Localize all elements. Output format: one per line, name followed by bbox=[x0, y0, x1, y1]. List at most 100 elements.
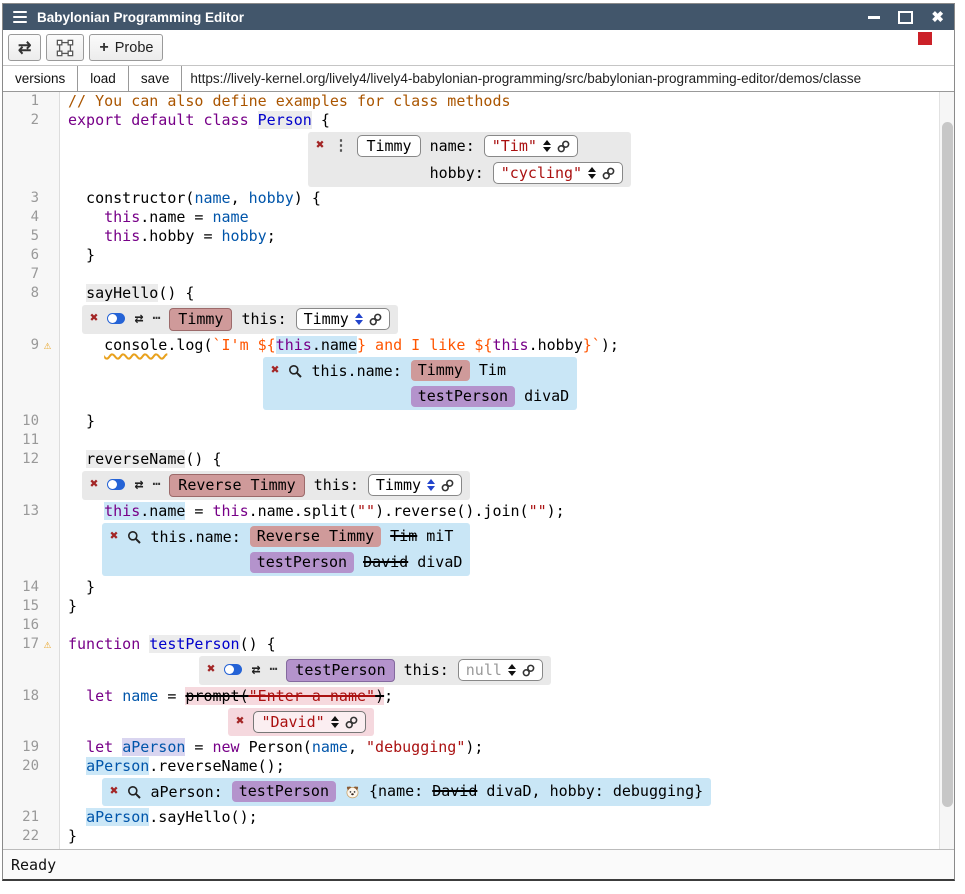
delete-icon[interactable]: ✖ bbox=[90, 308, 98, 329]
up-down-arrows-icon[interactable] bbox=[427, 479, 435, 491]
value-stepper[interactable]: "Tim" bbox=[484, 135, 578, 157]
code-token bbox=[68, 284, 86, 302]
scrollbar-track[interactable] bbox=[939, 92, 954, 849]
save-button[interactable]: save bbox=[129, 66, 183, 91]
more-options-icon[interactable]: ⋯ bbox=[152, 308, 160, 329]
value-stepper[interactable]: null bbox=[458, 659, 543, 681]
delete-icon[interactable]: ✖ bbox=[110, 781, 118, 802]
link-icon[interactable] bbox=[369, 309, 382, 330]
code-line[interactable]: console.log(`I'm ${this.name} and I like… bbox=[60, 336, 954, 355]
more-options-icon[interactable]: ⋯ bbox=[152, 474, 160, 495]
code-line[interactable]: constructor(name, hobby) { bbox=[60, 189, 954, 208]
value-stepper[interactable]: Timmy bbox=[368, 474, 462, 496]
delete-icon[interactable]: ✖ bbox=[90, 474, 98, 495]
link-icon[interactable] bbox=[557, 136, 570, 157]
code-line[interactable]: aPerson.reverseName(); bbox=[60, 757, 954, 776]
versions-button[interactable]: versions bbox=[3, 66, 78, 91]
drag-handle-icon[interactable]: ⋮ bbox=[333, 135, 348, 156]
code-line[interactable] bbox=[60, 265, 954, 284]
code-line[interactable]: this.name = this.name.split("").reverse(… bbox=[60, 502, 954, 521]
code-line[interactable] bbox=[60, 431, 954, 450]
code-line[interactable]: aPerson.sayHello(); bbox=[60, 808, 954, 827]
toggle-on-icon[interactable] bbox=[107, 313, 125, 324]
link-icon[interactable] bbox=[602, 163, 615, 184]
maximize-icon[interactable] bbox=[898, 11, 913, 24]
code-line[interactable]: let aPerson = new Person(name, "debuggin… bbox=[60, 738, 954, 757]
toggle-on-icon[interactable] bbox=[107, 479, 125, 490]
code-token: } bbox=[68, 412, 95, 430]
example-name-badge[interactable]: testPerson bbox=[286, 659, 394, 682]
code-token: this bbox=[104, 208, 140, 226]
code-line: ✖this.name:Reverse TimmyTim miTtestPerso… bbox=[60, 521, 954, 578]
toggle-on-icon[interactable] bbox=[224, 664, 242, 675]
delete-icon[interactable]: ✖ bbox=[207, 659, 215, 680]
code-line: ✖⇄⋯testPersonthis:null bbox=[60, 654, 954, 687]
example-name-field[interactable]: Timmy bbox=[357, 135, 420, 157]
title-bar: Babylonian Programming Editor ✖ bbox=[3, 4, 954, 30]
line-number: 1 bbox=[13, 92, 39, 111]
load-button[interactable]: load bbox=[78, 66, 129, 91]
code-line[interactable]: sayHello() { bbox=[60, 284, 954, 303]
code-line[interactable]: } bbox=[60, 412, 954, 431]
more-options-icon[interactable]: ⋯ bbox=[269, 659, 277, 680]
example-name-badge[interactable]: Timmy bbox=[169, 308, 232, 331]
scrollbar-thumb[interactable] bbox=[942, 122, 953, 807]
gutter-cell bbox=[3, 776, 60, 808]
url-field[interactable]: https://lively-kernel.org/lively4/lively… bbox=[182, 66, 954, 91]
up-down-arrows-icon[interactable] bbox=[355, 313, 363, 325]
swap-arrows-icon[interactable]: ⇄ bbox=[134, 308, 143, 329]
code-line[interactable]: } bbox=[60, 578, 954, 597]
code-token: this bbox=[213, 502, 249, 520]
add-probe-button[interactable]: + Probe bbox=[89, 34, 163, 61]
code-line[interactable]: export default class Person { bbox=[60, 111, 954, 130]
gutter-cell: 2 bbox=[3, 111, 60, 130]
delete-icon[interactable]: ✖ bbox=[110, 526, 118, 547]
value-stepper[interactable]: Timmy bbox=[296, 308, 390, 330]
up-down-arrows-icon[interactable] bbox=[588, 167, 596, 179]
up-down-arrows-icon[interactable] bbox=[543, 140, 551, 152]
link-icon[interactable] bbox=[345, 712, 358, 733]
example-name-badge[interactable]: Reverse Timmy bbox=[169, 474, 304, 497]
code-line[interactable] bbox=[60, 616, 954, 635]
code-line[interactable]: function testPerson() { bbox=[60, 635, 954, 654]
code-line[interactable]: this.hobby = hobby; bbox=[60, 227, 954, 246]
magnifier-icon[interactable] bbox=[288, 360, 302, 381]
code-line[interactable]: let name = prompt("Enter a name"); bbox=[60, 687, 954, 706]
up-down-arrows-icon[interactable] bbox=[508, 664, 516, 676]
code-line[interactable]: } bbox=[60, 246, 954, 265]
delete-icon[interactable]: ✖ bbox=[236, 711, 244, 732]
probe-value: David bbox=[363, 553, 408, 571]
code-line: ✖ "David" bbox=[60, 706, 954, 738]
minimize-icon[interactable] bbox=[868, 16, 880, 19]
code-line[interactable]: // You can also define examples for clas… bbox=[60, 92, 954, 111]
value-stepper[interactable]: "David" bbox=[253, 711, 365, 733]
code-line[interactable]: } bbox=[60, 597, 954, 616]
code-line[interactable]: reverseName() { bbox=[60, 450, 954, 469]
probe-value: divaD bbox=[524, 387, 569, 405]
link-icon[interactable] bbox=[441, 475, 454, 496]
magnifier-icon[interactable] bbox=[127, 526, 141, 547]
delete-icon[interactable]: ✖ bbox=[316, 135, 324, 156]
example-badge[interactable]: Timmy bbox=[411, 360, 470, 381]
gutter-cell bbox=[3, 654, 60, 687]
line-number: 15 bbox=[13, 597, 39, 616]
example-badge[interactable]: testPerson bbox=[232, 781, 336, 802]
link-icon[interactable] bbox=[522, 660, 535, 681]
code-line[interactable]: } bbox=[60, 827, 954, 846]
close-icon[interactable]: ✖ bbox=[931, 10, 944, 25]
select-marquee-button[interactable] bbox=[46, 34, 84, 61]
magnifier-icon[interactable] bbox=[127, 781, 141, 802]
replacement-widget: ✖ "David" bbox=[228, 708, 374, 736]
code-line[interactable]: this.name = name bbox=[60, 208, 954, 227]
example-widget: ✖⇄⋯testPersonthis:null bbox=[199, 656, 551, 685]
delete-icon[interactable]: ✖ bbox=[271, 360, 279, 381]
example-badge[interactable]: testPerson bbox=[250, 552, 354, 573]
value-stepper[interactable]: "cycling" bbox=[493, 162, 623, 184]
menu-icon[interactable] bbox=[13, 11, 27, 24]
example-badge[interactable]: Reverse Timmy bbox=[250, 526, 381, 547]
example-badge[interactable]: testPerson bbox=[411, 386, 515, 407]
swap-button[interactable]: ⇄ bbox=[8, 34, 41, 61]
swap-arrows-icon[interactable]: ⇄ bbox=[251, 659, 260, 680]
swap-arrows-icon[interactable]: ⇄ bbox=[134, 474, 143, 495]
up-down-arrows-icon[interactable] bbox=[331, 716, 339, 728]
